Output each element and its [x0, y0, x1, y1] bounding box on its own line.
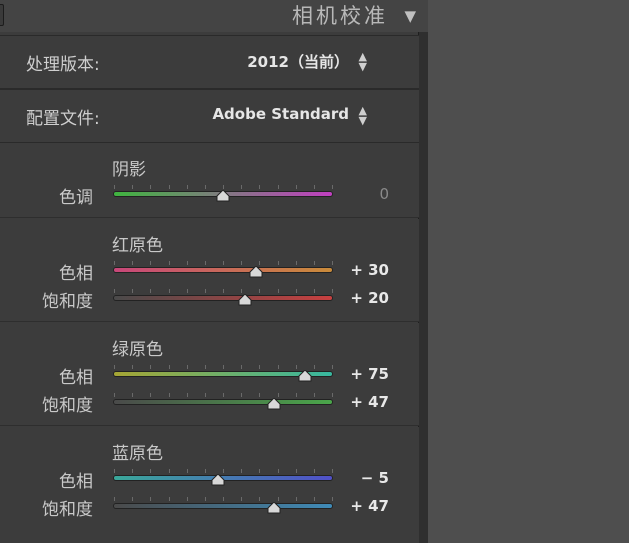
red-hue-value[interactable]: + 30: [350, 261, 389, 279]
red-saturation-label: 饱和度: [42, 292, 93, 312]
shadows-tint-label: 色调: [59, 188, 93, 208]
slider-ticks: [114, 497, 333, 501]
blue-hue-label: 色相: [59, 472, 93, 492]
shadows-section: 阴影 色调 0: [0, 143, 419, 218]
green-saturation-label: 饱和度: [42, 396, 93, 416]
profile-label: 配置文件:: [26, 109, 100, 129]
green-hue-value[interactable]: + 75: [350, 365, 389, 383]
slider-thumb[interactable]: [267, 395, 281, 410]
green-primary-section: 绿原色 色相 + 75 饱和度 + 47: [0, 323, 419, 426]
slider-thumb[interactable]: [216, 187, 230, 202]
slider-ticks: [114, 261, 333, 265]
triangle-down-icon[interactable]: ▼: [404, 6, 416, 26]
up-down-arrows-icon[interactable]: ▲ ▼: [359, 51, 367, 72]
green-primary-title: 绿原色: [112, 340, 163, 360]
red-hue-label: 色相: [59, 264, 93, 284]
green-hue-label: 色相: [59, 368, 93, 388]
slider-ticks: [114, 393, 333, 397]
blue-primary-section: 蓝原色 色相 − 5 饱和度 + 47: [0, 427, 419, 543]
blue-saturation-label: 饱和度: [42, 500, 93, 520]
slider-thumb[interactable]: [211, 471, 225, 486]
red-hue-slider[interactable]: [114, 268, 332, 272]
camera-calibration-panel: 相机校准 ▼ 处理版本: 2012（当前） ▲ ▼ 配置文件: Adobe Sta…: [0, 0, 428, 543]
red-primary-title: 红原色: [112, 236, 163, 256]
process-version-value[interactable]: 2012（当前）: [247, 51, 349, 72]
red-saturation-slider[interactable]: [114, 296, 332, 300]
profile-row[interactable]: 配置文件: Adobe Standard ▲ ▼: [0, 89, 419, 143]
red-saturation-value[interactable]: + 20: [350, 289, 389, 307]
green-saturation-value[interactable]: + 47: [350, 393, 389, 411]
blue-saturation-value[interactable]: + 47: [350, 497, 389, 515]
slider-ticks: [114, 289, 333, 293]
blue-hue-value[interactable]: − 5: [361, 469, 389, 487]
green-saturation-slider[interactable]: [114, 400, 332, 404]
shadows-title: 阴影: [112, 160, 146, 180]
up-down-arrows-icon[interactable]: ▲ ▼: [359, 105, 367, 126]
slider-thumb[interactable]: [249, 263, 263, 278]
slider-thumb[interactable]: [238, 291, 252, 306]
blue-saturation-slider[interactable]: [114, 504, 332, 508]
blue-primary-title: 蓝原色: [112, 444, 163, 464]
red-primary-section: 红原色 色相 + 30 饱和度 + 20: [0, 219, 419, 322]
slider-thumb[interactable]: [267, 499, 281, 514]
process-version-row[interactable]: 处理版本: 2012（当前） ▲ ▼: [0, 35, 419, 89]
panel-scroll-gutter: [418, 32, 428, 543]
shadows-tint-value[interactable]: 0: [379, 185, 389, 203]
panel-title: 相机校准: [292, 4, 388, 28]
panel-header[interactable]: 相机校准 ▼: [0, 0, 428, 32]
profile-value[interactable]: Adobe Standard: [212, 105, 349, 123]
process-version-label: 处理版本:: [26, 55, 100, 75]
panel-edge-handle: [0, 4, 4, 26]
slider-thumb[interactable]: [298, 367, 312, 382]
